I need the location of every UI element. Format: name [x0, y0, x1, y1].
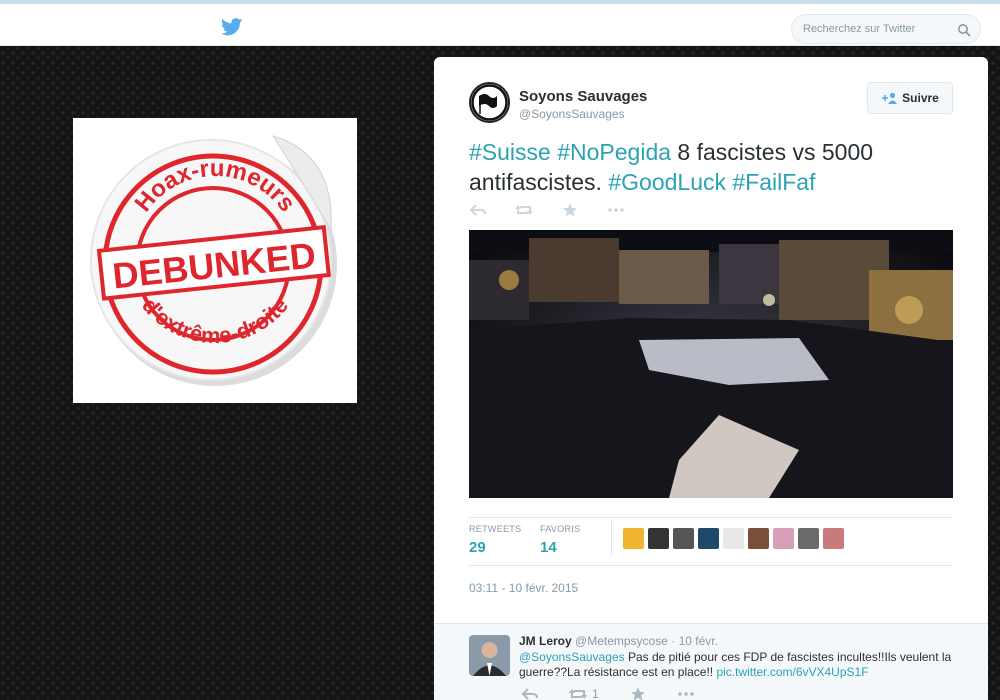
reply-icon[interactable] — [469, 203, 487, 217]
favorite-stat[interactable]: FAVORIS 14 — [540, 524, 580, 556]
author-handle[interactable]: @SoyonsSauvages — [519, 107, 625, 121]
user-avatar[interactable] — [698, 528, 719, 549]
author-avatar[interactable] — [469, 82, 510, 123]
antifa-flag-icon — [471, 84, 508, 121]
retweet-icon[interactable] — [515, 203, 533, 217]
follow-button[interactable]: Suivre — [867, 82, 953, 114]
retweets-count: 29 — [469, 539, 486, 556]
retweet-count: 1 — [592, 687, 599, 700]
user-avatar[interactable] — [748, 528, 769, 549]
divider — [611, 520, 612, 556]
favorites-label: FAVORIS — [540, 524, 581, 534]
favorite-star-icon[interactable] — [629, 687, 647, 700]
reply-retweet[interactable]: 1 — [569, 687, 599, 700]
favorites-count: 14 — [540, 539, 557, 556]
retweet-icon — [569, 689, 587, 699]
retweets-label: RETWEETS — [469, 524, 522, 534]
more-options-icon[interactable] — [607, 203, 625, 217]
more-options-icon[interactable] — [677, 687, 695, 700]
follow-label: Suivre — [902, 91, 939, 105]
hashtag-link[interactable]: #Suisse — [469, 139, 551, 165]
reply-actions: 1 — [521, 687, 695, 700]
retweet-stat[interactable]: RETWEETS 29 — [469, 524, 521, 556]
reply-author-name[interactable]: JM Leroy — [519, 634, 572, 648]
add-user-icon — [882, 92, 898, 104]
author-name[interactable]: Soyons Sauvages — [519, 88, 647, 105]
reply-text: @SoyonsSauvages Pas de pitié pour ces FD… — [519, 650, 959, 680]
user-avatar[interactable] — [673, 528, 694, 549]
favorite-star-icon[interactable] — [561, 203, 579, 217]
pic-link[interactable]: pic.twitter.com/6vVX4UpS1F — [716, 665, 868, 679]
user-avatar[interactable] — [823, 528, 844, 549]
reply-meta: JM Leroy @Metempsycose · 10 févr. — [519, 634, 718, 648]
tweet-actions — [469, 203, 625, 217]
user-avatar[interactable] — [773, 528, 794, 549]
debunked-stamp-graphic: Hoax-rumeurs d'extrême-droite DEBUNKED — [90, 135, 337, 386]
tweet-text: #Suisse #NoPegida 8 fascistes vs 5000 an… — [469, 137, 949, 197]
reply-tweet: JM Leroy @Metempsycose · 10 févr. @Soyon… — [434, 623, 988, 700]
crowd-square-night-photo — [469, 230, 953, 498]
reply-time[interactable]: · 10 févr. — [671, 634, 718, 648]
mention-link[interactable]: @SoyonsSauvages — [519, 650, 625, 664]
twitter-bird-icon[interactable] — [221, 18, 243, 36]
hashtag-link[interactable]: #FailFaf — [732, 169, 815, 195]
hashtag-link[interactable]: #GoodLuck — [608, 169, 726, 195]
user-avatar[interactable] — [623, 528, 644, 549]
top-navigation-bar: Recherchez sur Twitter — [0, 0, 1000, 46]
reply-avatar[interactable] — [469, 635, 510, 676]
user-avatar[interactable] — [648, 528, 669, 549]
hashtag-link[interactable]: #NoPegida — [557, 139, 671, 165]
reply-author-handle[interactable]: @Metempsycose — [575, 634, 668, 648]
user-avatar[interactable] — [723, 528, 744, 549]
search-icon[interactable] — [957, 23, 971, 37]
search-placeholder: Recherchez sur Twitter — [803, 23, 916, 35]
portrait-photo — [469, 635, 510, 676]
reply-icon[interactable] — [521, 687, 539, 700]
user-avatar[interactable] — [798, 528, 819, 549]
divider — [469, 565, 953, 566]
tweet-card: Soyons Sauvages @SoyonsSauvages Suivre #… — [434, 57, 988, 700]
tweet-photo[interactable] — [469, 230, 953, 498]
favoriter-avatars — [623, 528, 844, 549]
divider — [469, 517, 953, 518]
search-box[interactable]: Recherchez sur Twitter — [791, 14, 981, 44]
debunked-sticker-image: Hoax-rumeurs d'extrême-droite DEBUNKED — [73, 118, 357, 403]
tweet-timestamp[interactable]: 03:11 - 10 févr. 2015 — [469, 581, 578, 595]
